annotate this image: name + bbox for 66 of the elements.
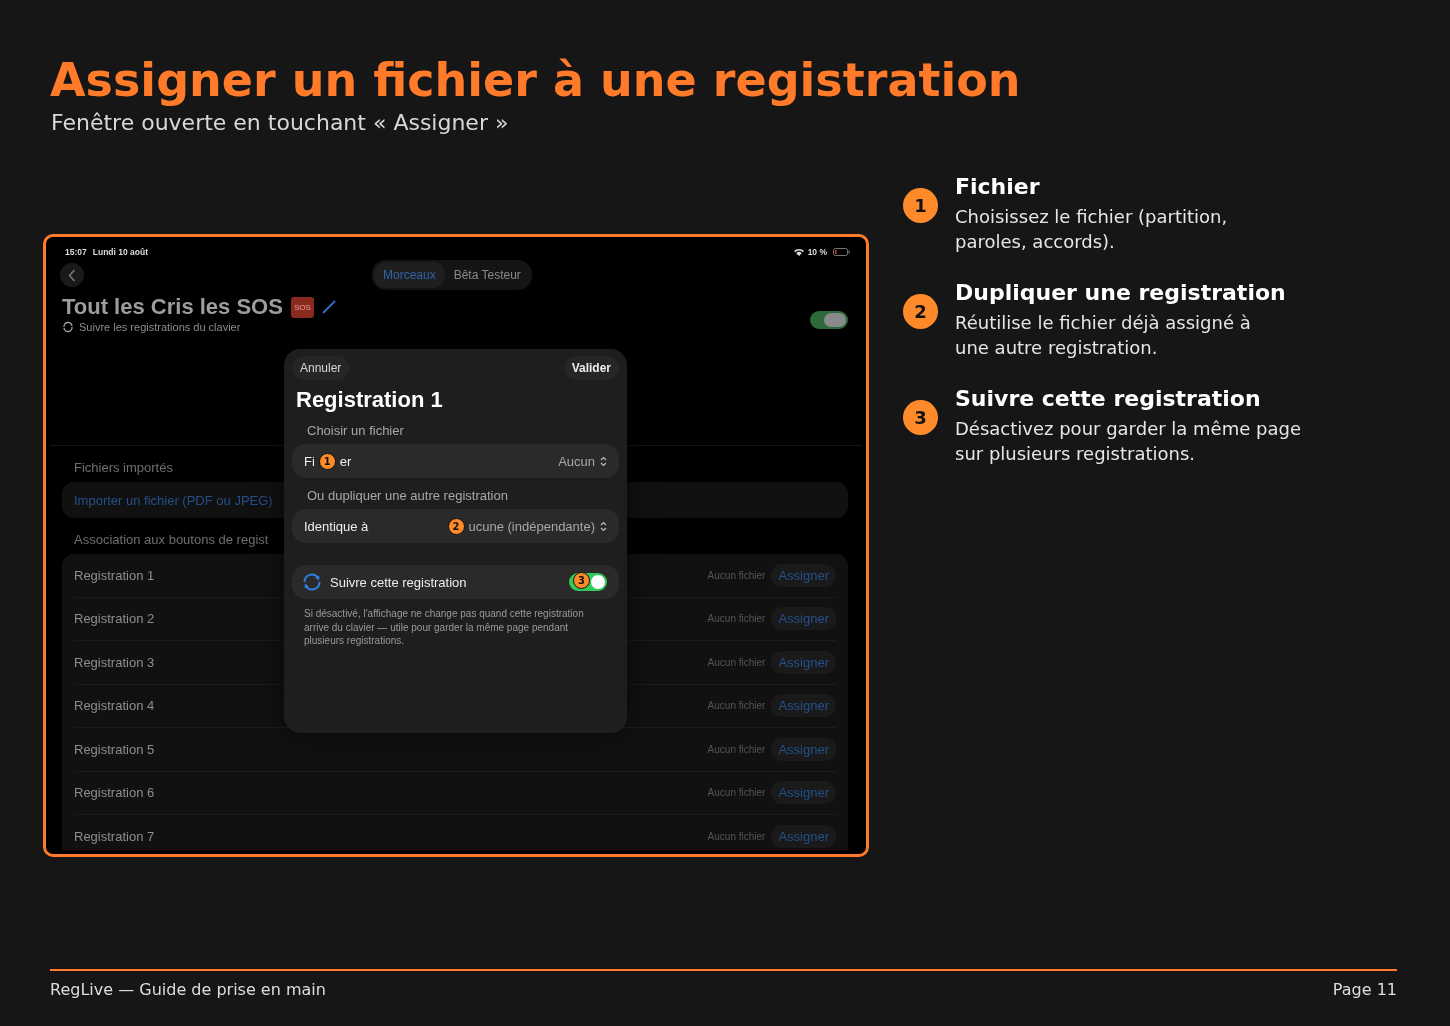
registration-name: Registration 2: [74, 611, 155, 627]
assign-button[interactable]: Assigner: [771, 694, 836, 718]
section-heading: Fichiers importés: [74, 460, 173, 475]
follow-label: Suivre les registrations du clavier: [79, 321, 241, 333]
assign-button[interactable]: Assigner: [771, 824, 836, 848]
page-subtitle: Fenêtre ouverte en touchant « Assigner »: [51, 110, 510, 135]
callout-marker: 1: [318, 452, 336, 470]
file-picker[interactable]: Fi 1 er Aucun: [292, 444, 619, 478]
page-number: Page 11: [1332, 980, 1397, 999]
registration-name: Registration 6: [74, 785, 155, 801]
chevron-left-icon: [68, 268, 76, 282]
callout-number: 2: [903, 294, 938, 329]
cancel-button[interactable]: Annuler: [292, 356, 350, 380]
help-text: Si désactivé, l'affichage ne change pas quand cette registration arrive du clavier — utile pour garder la même page pendant plusieurs registrations.: [304, 607, 585, 648]
battery-level: 10 %: [807, 247, 827, 257]
segment-tab[interactable]: Bêta Testeur: [444, 262, 530, 288]
section-heading: Association aux boutons de regist: [74, 532, 269, 547]
pencil-icon[interactable]: [321, 300, 336, 314]
updown-icon: [600, 455, 607, 467]
page-title: Assigner un fichier à une registration: [50, 52, 1022, 108]
updown-icon: [600, 520, 607, 532]
callout-number: 1: [903, 188, 938, 223]
follow-label: Suivre cette registration: [330, 574, 467, 590]
song-title: Tout les Cris les SOS: [62, 294, 283, 320]
file-status: Aucun fichier: [707, 656, 766, 668]
follow-toggle[interactable]: [810, 311, 848, 329]
wifi-icon: [793, 248, 804, 256]
assign-button[interactable]: Assigner: [771, 781, 836, 805]
file-status: Aucun fichier: [707, 700, 766, 712]
back-button[interactable]: [60, 263, 84, 287]
sos-badge: SOS: [290, 296, 314, 318]
registration-name: Registration 3: [74, 654, 155, 670]
callout-title: Dupliquer une registration: [955, 279, 1286, 307]
registration-name: Registration 1: [74, 567, 155, 583]
footer-title: RegLive — Guide de prise en main: [50, 980, 326, 999]
file-status: Aucun fichier: [707, 569, 766, 581]
sheet-title: Registration 1: [296, 387, 444, 413]
callout-number: 3: [903, 400, 938, 435]
section-label: Ou dupliquer une autre registration: [307, 488, 509, 503]
registration-name: Registration 5: [74, 741, 155, 757]
registration-name: Registration 7: [74, 828, 155, 844]
status-time: 15:07: [65, 247, 87, 257]
file-status: Aucun fichier: [707, 830, 766, 842]
segment-tab[interactable]: Morceaux: [374, 262, 445, 288]
battery-icon: [833, 248, 850, 256]
sync-icon: [62, 321, 74, 333]
status-date: Lundi 10 août: [92, 247, 148, 257]
sync-icon: [302, 573, 322, 591]
callout-title: Fichier: [955, 173, 1041, 201]
file-status: Aucun fichier: [707, 787, 766, 799]
file-status: Aucun fichier: [707, 613, 766, 625]
confirm-button[interactable]: Valider: [563, 356, 619, 380]
file-status: Aucun fichier: [707, 743, 766, 755]
assign-button[interactable]: Assigner: [771, 607, 836, 631]
callout-title: Suivre cette registration: [955, 385, 1262, 413]
assign-button[interactable]: Assigner: [771, 737, 836, 761]
callout-text: Choisissez le fichier (partition, paroles, accords).: [955, 205, 1228, 254]
assign-button[interactable]: Assigner: [771, 563, 836, 587]
import-link[interactable]: Importer un fichier (PDF ou JPEG): [74, 493, 273, 508]
callout-text: Désactivez pour garder la même page sur plusieurs registrations.: [955, 417, 1301, 466]
assign-button[interactable]: Assigner: [771, 650, 836, 674]
callout-text: Réutilise le fichier déjà assigné à une autre registration.: [955, 311, 1252, 360]
section-label: Choisir un fichier: [307, 423, 405, 438]
registration-name: Registration 4: [74, 698, 155, 714]
callout-marker: 2: [447, 517, 465, 535]
duplicate-picker[interactable]: Identique à 2 ucune (indépendante): [292, 509, 619, 543]
